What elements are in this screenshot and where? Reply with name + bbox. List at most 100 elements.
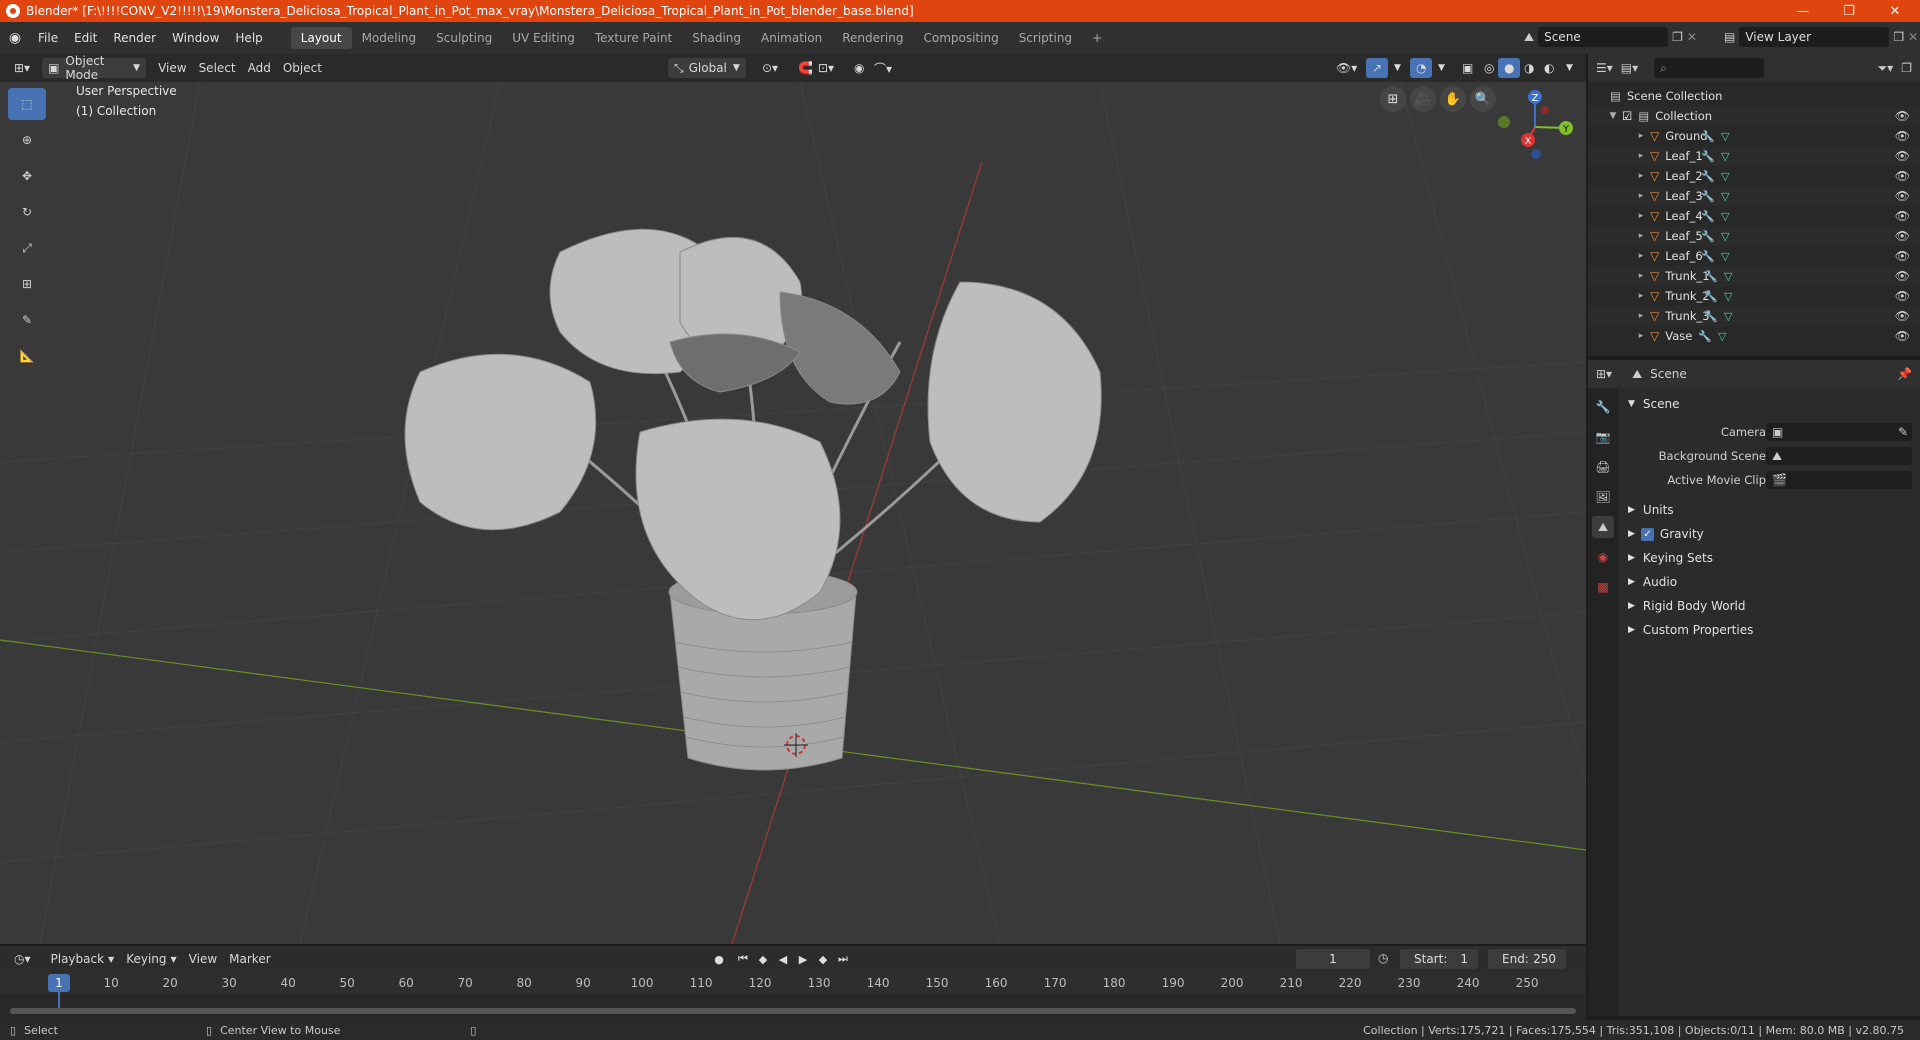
tool-tab-icon[interactable]: 🔧: [1592, 396, 1614, 418]
outliner-object-row[interactable]: ▸ ▽ Trunk_2 🔧 ▽ 👁: [1588, 286, 1920, 306]
outliner-object-row[interactable]: ▸ ▽ Trunk_1 🔧 ▽ 👁: [1588, 266, 1920, 286]
tab-modeling[interactable]: Modeling: [352, 27, 427, 49]
expand-right-icon[interactable]: ▸: [1636, 151, 1646, 161]
outliner-object-row[interactable]: ▸ ▽ Leaf_2 🔧 ▽ 👁: [1588, 166, 1920, 186]
visibility-eye-icon[interactable]: 👁: [1895, 169, 1910, 183]
tab-texture-paint[interactable]: Texture Paint: [585, 27, 682, 49]
properties-editor-type-icon[interactable]: ⊞▾: [1596, 367, 1612, 381]
outliner-object-row[interactable]: ▸ ▽ Leaf_6 🔧 ▽ 👁: [1588, 246, 1920, 266]
new-view-layer-icon[interactable]: ❐: [1893, 30, 1904, 44]
jump-end-icon[interactable]: ⏭: [834, 950, 852, 968]
visibility-eye-icon[interactable]: 👁: [1895, 309, 1910, 323]
outliner-object-row[interactable]: ▸ ▽ Vase 🔧 ▽ 👁: [1588, 326, 1920, 346]
menu-window[interactable]: Window: [164, 22, 227, 54]
end-frame-field[interactable]: End: 250: [1488, 949, 1566, 969]
record-icon[interactable]: ●: [710, 950, 728, 968]
background-scene-field[interactable]: ⛰: [1766, 447, 1912, 465]
preview-range-icon[interactable]: ◷: [1378, 951, 1388, 965]
gizmo-toggle-icon[interactable]: ↗: [1366, 58, 1389, 78]
mesh-data-icon[interactable]: ▽: [1718, 330, 1726, 343]
outliner-search-input[interactable]: ⌕: [1654, 58, 1765, 78]
menu-add[interactable]: Add: [242, 58, 277, 78]
timeline-editor-type-icon[interactable]: ◷▾: [8, 949, 37, 969]
rotate-tool-icon[interactable]: ↻: [8, 196, 46, 228]
active-movie-clip-field[interactable]: 🎬: [1766, 471, 1912, 489]
camera-view-icon[interactable]: 🎥: [1410, 86, 1436, 112]
modifier-icon[interactable]: 🔧: [1698, 330, 1712, 343]
new-scene-icon[interactable]: ❐: [1672, 30, 1683, 44]
pan-view-icon[interactable]: ✋: [1440, 86, 1466, 112]
menu-object[interactable]: Object: [277, 58, 328, 78]
modifier-icon[interactable]: 🔧: [1701, 230, 1715, 243]
menu-view[interactable]: View: [152, 58, 192, 78]
modifier-icon[interactable]: 🔧: [1704, 290, 1718, 303]
play-icon[interactable]: ▶: [794, 950, 812, 968]
navigation-gizmo[interactable]: Z Y X: [1490, 82, 1580, 172]
falloff-icon[interactable]: ⌒▾: [868, 58, 898, 78]
minimize-button[interactable]: —: [1780, 0, 1826, 22]
tab-scripting[interactable]: Scripting: [1009, 27, 1082, 49]
jump-start-icon[interactable]: ⏮: [734, 950, 752, 968]
measure-tool-icon[interactable]: 📐: [8, 340, 46, 372]
expand-right-icon[interactable]: ▸: [1636, 171, 1646, 181]
overlays-toggle-icon[interactable]: ◔: [1410, 58, 1433, 78]
visibility-icon[interactable]: 👁▾: [1330, 58, 1363, 78]
mesh-data-icon[interactable]: ▽: [1721, 230, 1729, 243]
timeline[interactable]: 10 20 30 40 50 60 70 80 90 100 110 120 130 140 150 160 1…: [0, 972, 1586, 1020]
modifier-icon[interactable]: 🔧: [1701, 210, 1715, 223]
gizmo-neg-z-icon[interactable]: [1531, 149, 1541, 159]
play-reverse-icon[interactable]: ◀: [774, 950, 792, 968]
rigid-body-world-panel-header[interactable]: ▶ Rigid Body World: [1618, 594, 1920, 618]
collapse-icon[interactable]: ▼: [1608, 111, 1618, 121]
menu-marker[interactable]: Marker: [223, 949, 276, 969]
world-tab-icon[interactable]: ◉: [1592, 546, 1614, 568]
mesh-data-icon[interactable]: ▽: [1724, 290, 1732, 303]
expand-right-icon[interactable]: ▸: [1636, 131, 1646, 141]
tab-sculpting[interactable]: Sculpting: [426, 27, 502, 49]
tab-shading[interactable]: Shading: [682, 27, 751, 49]
modifier-icon[interactable]: 🔧: [1704, 310, 1718, 323]
outliner-object-row[interactable]: ▸ ▽ Leaf_5 🔧 ▽ 👁: [1588, 226, 1920, 246]
menu-select[interactable]: Select: [193, 58, 242, 78]
custom-properties-panel-header[interactable]: ▶ Custom Properties: [1618, 618, 1920, 642]
gizmo-neg-x-icon[interactable]: [1541, 106, 1549, 114]
expand-right-icon[interactable]: ▸: [1636, 211, 1646, 221]
texture-tab-icon[interactable]: ▩: [1592, 576, 1614, 598]
menu-edit[interactable]: Edit: [66, 22, 105, 54]
frame-ruler[interactable]: 10 20 30 40 50 60 70 80 90 100 110 120 130 140 150 160 1…: [0, 972, 1586, 994]
menu-keying[interactable]: Keying ▼: [120, 949, 182, 969]
visibility-eye-icon[interactable]: 👁: [1895, 149, 1910, 163]
view-layer-tab-icon[interactable]: 🖼: [1592, 486, 1614, 508]
expand-right-icon[interactable]: ▸: [1636, 191, 1646, 201]
expand-right-icon[interactable]: ▸: [1636, 291, 1646, 301]
keying-sets-panel-header[interactable]: ▶ Keying Sets: [1618, 546, 1920, 570]
outliner-object-row[interactable]: ▸ ▽ Leaf_4 🔧 ▽ 👁: [1588, 206, 1920, 226]
mesh-data-icon[interactable]: ▽: [1724, 310, 1732, 323]
outliner-editor-type-icon[interactable]: ☰▾: [1596, 61, 1613, 75]
restore-button[interactable]: ❐: [1826, 0, 1872, 22]
move-tool-icon[interactable]: ✥: [8, 160, 46, 192]
overlays-dropdown-icon[interactable]: ▼: [1432, 58, 1451, 78]
delete-view-layer-icon[interactable]: ✕: [1908, 30, 1918, 44]
pin-icon[interactable]: 📌: [1897, 367, 1912, 381]
xray-icon[interactable]: ▣: [1456, 58, 1479, 78]
mesh-data-icon[interactable]: ▽: [1721, 150, 1729, 163]
expand-right-icon[interactable]: ▸: [1636, 271, 1646, 281]
mesh-data-icon[interactable]: ▽: [1721, 130, 1729, 143]
modifier-icon[interactable]: 🔧: [1701, 170, 1715, 183]
expand-right-icon[interactable]: ▸: [1636, 231, 1646, 241]
menu-render[interactable]: Render: [105, 22, 164, 54]
tab-uv-editing[interactable]: UV Editing: [502, 27, 585, 49]
scene-panel-header[interactable]: ▼ Scene: [1618, 392, 1920, 416]
toggle-grid-icon[interactable]: ⊞: [1380, 86, 1406, 112]
tab-compositing[interactable]: Compositing: [913, 27, 1008, 49]
modifier-icon[interactable]: 🔧: [1701, 130, 1715, 143]
pivot-point-icon[interactable]: ⊙▾: [756, 58, 784, 78]
visibility-eye-icon[interactable]: 👁: [1895, 209, 1910, 223]
visibility-eye-icon[interactable]: 👁: [1895, 129, 1910, 143]
scene-tab-icon[interactable]: ⛰: [1592, 516, 1614, 538]
editor-type-icon[interactable]: ⊞▾: [8, 58, 36, 78]
next-keyframe-icon[interactable]: ◆: [814, 950, 832, 968]
shading-dropdown-icon[interactable]: ▼: [1560, 58, 1579, 78]
mesh-data-icon[interactable]: ▽: [1721, 250, 1729, 263]
